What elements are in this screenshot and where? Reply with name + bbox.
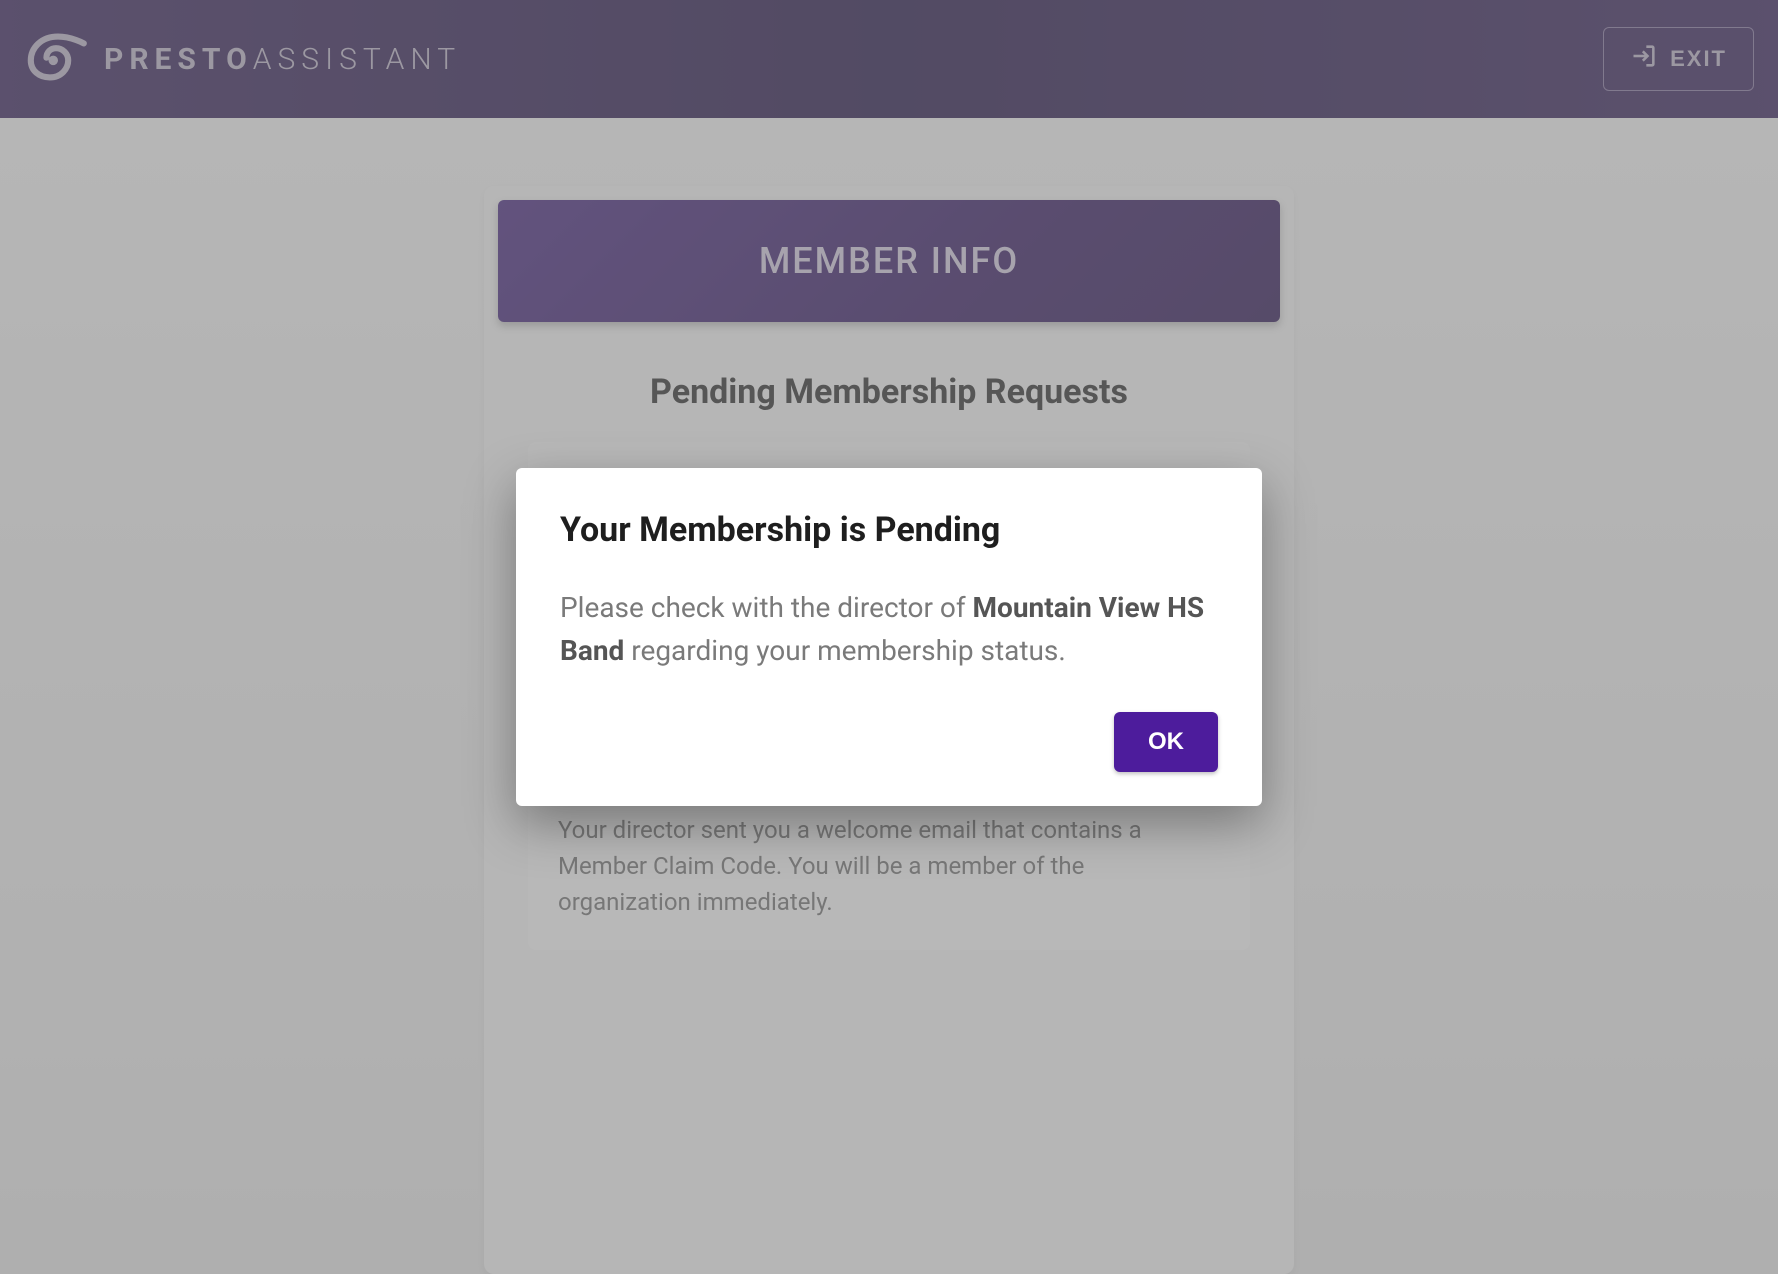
dialog-body: Please check with the director of Mounta… [560, 586, 1218, 673]
ok-button[interactable]: OK [1114, 712, 1218, 772]
dialog-actions: OK [560, 712, 1218, 772]
modal-scrim[interactable]: Your Membership is Pending Please check … [0, 0, 1778, 1274]
membership-pending-dialog: Your Membership is Pending Please check … [516, 468, 1262, 807]
dialog-title: Your Membership is Pending [560, 510, 1218, 550]
